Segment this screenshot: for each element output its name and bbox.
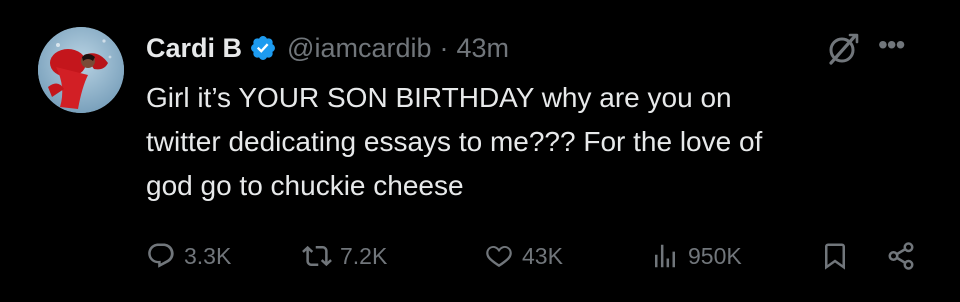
avatar[interactable]	[38, 27, 124, 113]
views-count: 950K	[688, 242, 742, 269]
share-button[interactable]	[886, 236, 916, 276]
grok-icon[interactable]	[826, 32, 860, 66]
display-name[interactable]: Cardi B	[146, 33, 242, 64]
views-button[interactable]: 950K	[650, 236, 742, 276]
timestamp[interactable]: 43m	[456, 33, 509, 64]
retweet-count: 7.2K	[340, 242, 388, 269]
views-chart-icon	[655, 244, 675, 268]
retweet-icon	[302, 245, 332, 267]
retweet-button[interactable]: 7.2K	[302, 236, 387, 276]
reply-icon	[148, 243, 174, 268]
heart-icon	[486, 245, 512, 267]
tweet-card[interactable]: Cardi B @iamcardib · 43m ••• Girl it’s Y…	[0, 0, 960, 302]
tweet-header: Cardi B @iamcardib · 43m	[146, 30, 509, 66]
tweet-text: Girl it’s YOUR SON BIRTHDAY why are you …	[146, 76, 936, 208]
bookmark-button[interactable]	[820, 236, 850, 276]
bookmark-icon	[825, 243, 845, 270]
share-icon	[888, 242, 914, 270]
tweet-text-line: twitter dedicating essays to me??? For t…	[146, 126, 763, 157]
tweet-text-line: god go to chuckie cheese	[146, 170, 464, 201]
more-options-icon[interactable]: •••	[878, 30, 918, 64]
separator-dot: ·	[439, 32, 449, 63]
avatar-image	[38, 27, 124, 113]
like-count: 43K	[522, 242, 563, 269]
like-button[interactable]: 43K	[484, 236, 563, 276]
reply-button[interactable]: 3.3K	[146, 236, 231, 276]
verified-badge-icon[interactable]	[249, 34, 277, 62]
tweet-text-line: Girl it’s YOUR SON BIRTHDAY why are you …	[146, 82, 732, 113]
author-handle[interactable]: @iamcardib	[287, 33, 431, 64]
reply-count: 3.3K	[184, 242, 232, 269]
action-bar: 3.3K 7.2K 43K 950K	[146, 236, 936, 276]
